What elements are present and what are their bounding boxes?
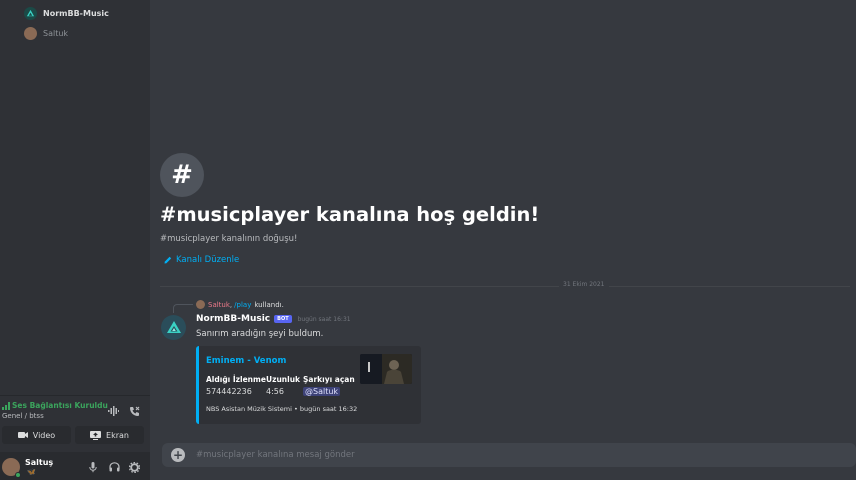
message-text: Sanırım aradığın şeyi buldum. [196, 329, 324, 339]
noise-suppression-icon[interactable] [106, 404, 120, 418]
user-avatar [24, 26, 37, 40]
user-status-emoji: 🦋 [27, 468, 36, 476]
field-name: Uzunluk [266, 375, 301, 384]
embed-field-duration: Uzunluk 4:56 [266, 375, 300, 396]
camera-icon [17, 432, 28, 438]
video-label: Video [32, 430, 56, 440]
embed-field-views: Aldığı İzlenme 574442236 [206, 375, 266, 396]
field-name: Şarkıyı açan [303, 375, 355, 384]
music-embed: Eminem - Venom Aldığı İzlenme 574442236 … [196, 346, 421, 424]
command-reply[interactable]: Saltuk , /play kullandı. [196, 300, 284, 309]
pencil-icon [164, 256, 172, 264]
screen-share-icon [90, 430, 102, 440]
voice-channel-path[interactable]: Genel / btss [2, 412, 44, 420]
voice-status-label: Ses Bağlantısı Kuruldu [12, 401, 108, 410]
embed-footer: NBS Asistan Müzik Sistemi • bugün saat 1… [206, 405, 358, 413]
hashtag-icon: # [160, 153, 204, 197]
voice-user-name: Saltuk [43, 28, 69, 38]
video-button[interactable]: Video [2, 426, 71, 444]
bot-avatar[interactable] [161, 315, 186, 340]
bot-badge: BOT [274, 315, 292, 323]
edit-channel-label: Kanalı Düzenle [176, 255, 240, 265]
edit-channel-link[interactable]: Kanalı Düzenle [164, 255, 239, 265]
welcome-title: #musicplayer kanalına hoş geldin! [160, 203, 540, 226]
date-divider-label: 31 Ekim 2021 [559, 281, 609, 288]
microphone-icon[interactable] [87, 461, 99, 473]
field-name: Aldığı İzlenme [206, 375, 266, 384]
message-timestamp: bugün saat 16:31 [297, 315, 351, 323]
message-author[interactable]: NormBB-Music [196, 314, 270, 324]
embed-title[interactable]: Eminem - Venom [206, 356, 286, 366]
username[interactable]: Saltuş [25, 458, 53, 467]
reply-user-avatar [196, 300, 205, 309]
embed-field-requester: Şarkıyı açan @Saltuk [303, 375, 355, 396]
discord-window: NormBB-Music Saltuk Ses Bağlantısı Kurul… [0, 0, 856, 480]
headphones-icon[interactable] [108, 461, 120, 473]
screen-label: Ekran [106, 430, 129, 440]
voice-status[interactable]: Ses Bağlantısı Kuruldu [2, 401, 108, 410]
bot-avatar [24, 6, 37, 20]
message-input-placeholder: #musicplayer kanalına mesaj gönder [196, 450, 355, 460]
disconnect-icon[interactable] [127, 404, 141, 418]
screen-share-button[interactable]: Ekran [75, 426, 144, 444]
message-input[interactable]: + #musicplayer kanalına mesaj gönder [162, 443, 856, 467]
channel-sidebar: NormBB-Music Saltuk Ses Bağlantısı Kurul… [0, 0, 150, 480]
date-divider [160, 286, 850, 287]
chat-area: # #musicplayer kanalına hoş geldin! #mus… [150, 0, 856, 480]
reply-text: kullandı. [254, 300, 284, 309]
user-mention[interactable]: @Saltuk [303, 387, 341, 396]
video-thumbnail[interactable] [360, 354, 412, 384]
reply-username[interactable]: Saltuk [208, 301, 230, 309]
welcome-subtitle: #musicplayer kanalının doğuşu! [160, 234, 298, 244]
user-panel: Saltuş 🦋 [0, 452, 150, 480]
field-value: 574442236 [206, 387, 252, 396]
attach-plus-icon[interactable]: + [171, 448, 185, 462]
voice-user-saltuk[interactable]: Saltuk [24, 24, 68, 42]
online-status-dot [15, 472, 21, 478]
signal-icon [2, 401, 10, 410]
reply-connector [173, 304, 193, 313]
field-value: @Saltuk [303, 387, 355, 396]
field-value: 4:56 [266, 387, 284, 396]
settings-gear-icon[interactable] [128, 461, 140, 473]
voice-user-normbb[interactable]: NormBB-Music [24, 4, 109, 22]
message-header: NormBB-Music BOT bugün saat 16:31 [196, 314, 351, 324]
reply-command[interactable]: /play [234, 301, 251, 309]
voice-user-name: NormBB-Music [43, 8, 109, 18]
reply-separator: , [229, 300, 233, 309]
